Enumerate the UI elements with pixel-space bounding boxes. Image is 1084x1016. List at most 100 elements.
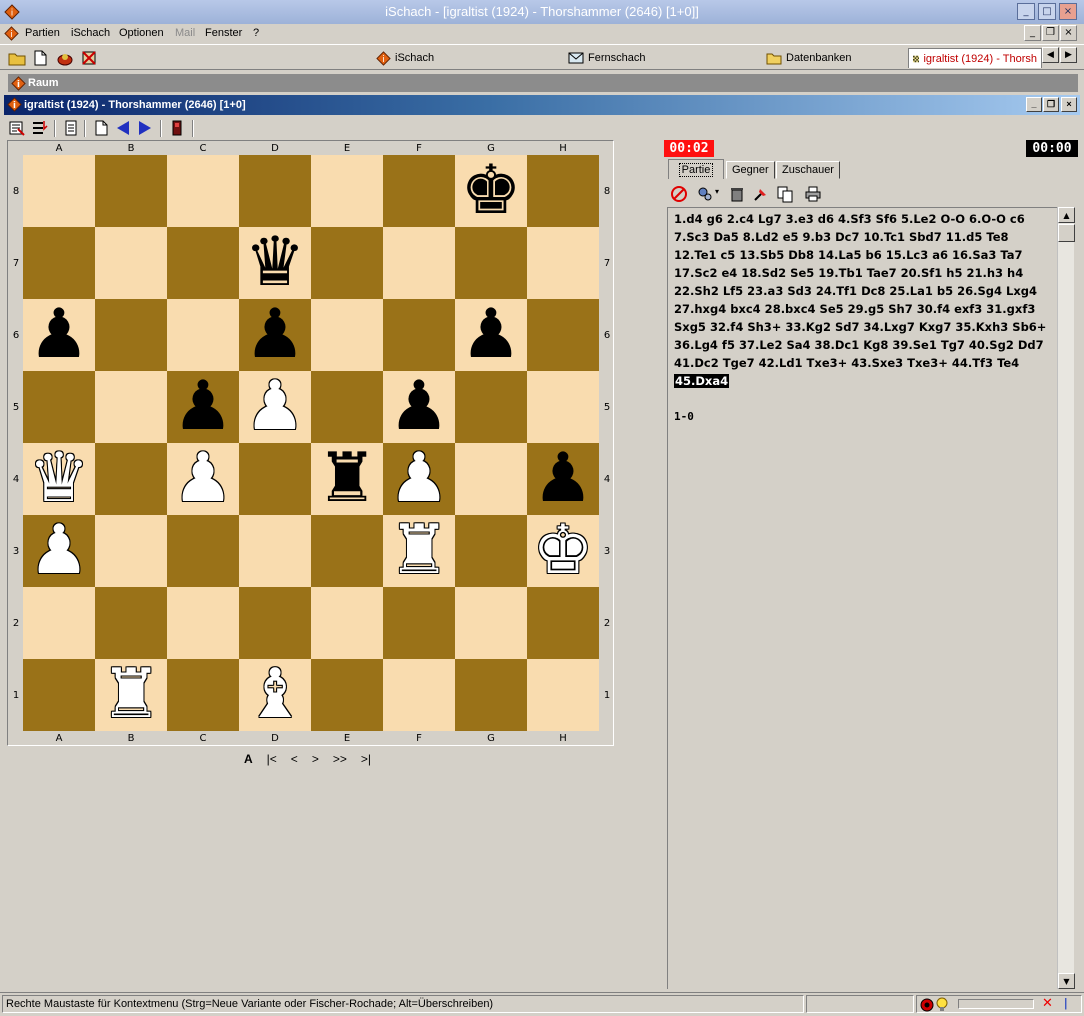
white-rook-piece[interactable]: ♜ bbox=[383, 515, 455, 587]
square-g8[interactable]: ♚ bbox=[455, 155, 527, 227]
square-c4[interactable]: ♟ bbox=[167, 443, 239, 515]
square-h2[interactable] bbox=[527, 587, 599, 659]
disconnect-icon[interactable] bbox=[80, 49, 98, 67]
square-h7[interactable] bbox=[527, 227, 599, 299]
engine-icon[interactable] bbox=[696, 185, 714, 203]
square-g5[interactable] bbox=[455, 371, 527, 443]
square-f8[interactable] bbox=[383, 155, 455, 227]
copy-icon[interactable] bbox=[776, 185, 794, 203]
square-d4[interactable] bbox=[239, 443, 311, 515]
tab-datenbanken[interactable]: Datenbanken bbox=[766, 48, 851, 68]
nav-fast-forward-button[interactable]: >> bbox=[333, 752, 347, 770]
white-king-piece[interactable]: ♚ bbox=[527, 515, 599, 587]
tab-gegner[interactable]: Gegner bbox=[726, 161, 775, 179]
chess-board[interactable]: ♚ ♛ ♟ ♟ ♟ ♟ ♟ ♟ ♛ ♟ ♜ ♟ ♟ ♟ ♜ ♚ ♜ ♝ bbox=[23, 155, 599, 731]
cancel-icon[interactable]: ✕ bbox=[1042, 996, 1053, 1011]
square-c7[interactable] bbox=[167, 227, 239, 299]
square-a4[interactable]: ♛ bbox=[23, 443, 95, 515]
square-f4[interactable]: ♟ bbox=[383, 443, 455, 515]
square-g4[interactable] bbox=[455, 443, 527, 515]
square-a3[interactable]: ♟ bbox=[23, 515, 95, 587]
square-d8[interactable] bbox=[239, 155, 311, 227]
menu-mail[interactable]: Mail bbox=[175, 27, 195, 39]
square-b5[interactable] bbox=[95, 371, 167, 443]
scroll-up-button[interactable]: ▲ bbox=[1058, 207, 1075, 223]
square-b1[interactable]: ♜ bbox=[95, 659, 167, 731]
stop-icon[interactable] bbox=[670, 185, 688, 203]
white-pawn-piece[interactable]: ♟ bbox=[167, 443, 239, 515]
square-f6[interactable] bbox=[383, 299, 455, 371]
square-g3[interactable] bbox=[455, 515, 527, 587]
game-minimize-button[interactable]: _ bbox=[1026, 97, 1042, 112]
square-b7[interactable] bbox=[95, 227, 167, 299]
tabs-scroll-left-button[interactable]: ◀ bbox=[1042, 47, 1059, 63]
move-forward-icon[interactable] bbox=[136, 119, 154, 137]
square-e6[interactable] bbox=[311, 299, 383, 371]
square-e5[interactable] bbox=[311, 371, 383, 443]
white-pawn-piece[interactable]: ♟ bbox=[23, 515, 95, 587]
flip-board-icon[interactable] bbox=[30, 119, 48, 137]
square-c5[interactable]: ♟ bbox=[167, 371, 239, 443]
square-a6[interactable]: ♟ bbox=[23, 299, 95, 371]
menu-optionen[interactable]: Optionen bbox=[119, 27, 164, 39]
square-g1[interactable] bbox=[455, 659, 527, 731]
mdi-restore-button[interactable]: ❐ bbox=[1042, 25, 1059, 41]
white-pawn-piece[interactable]: ♟ bbox=[383, 443, 455, 515]
square-b4[interactable] bbox=[95, 443, 167, 515]
square-h1[interactable] bbox=[527, 659, 599, 731]
trash-icon[interactable] bbox=[728, 185, 746, 203]
square-d5[interactable]: ♟ bbox=[239, 371, 311, 443]
open-folder-icon[interactable] bbox=[8, 49, 26, 67]
menu-ischach[interactable]: iSchach bbox=[71, 27, 110, 39]
white-queen-piece[interactable]: ♛ bbox=[23, 443, 95, 515]
square-c6[interactable] bbox=[167, 299, 239, 371]
white-pawn-piece[interactable]: ♟ bbox=[239, 371, 311, 443]
square-d3[interactable] bbox=[239, 515, 311, 587]
current-move[interactable]: 45.Dxa4 bbox=[674, 374, 730, 388]
black-pawn-piece[interactable]: ♟ bbox=[383, 371, 455, 443]
nav-next-button[interactable]: > bbox=[312, 752, 319, 770]
square-h3[interactable]: ♚ bbox=[527, 515, 599, 587]
square-f5[interactable]: ♟ bbox=[383, 371, 455, 443]
square-a7[interactable] bbox=[23, 227, 95, 299]
square-c8[interactable] bbox=[167, 155, 239, 227]
tab-zuschauer[interactable]: Zuschauer bbox=[776, 161, 840, 179]
square-h8[interactable] bbox=[527, 155, 599, 227]
square-d7[interactable]: ♛ bbox=[239, 227, 311, 299]
square-a5[interactable] bbox=[23, 371, 95, 443]
square-f3[interactable]: ♜ bbox=[383, 515, 455, 587]
close-button[interactable]: × bbox=[1059, 3, 1077, 20]
chevron-down-icon[interactable]: ▾ bbox=[715, 187, 719, 196]
square-e7[interactable] bbox=[311, 227, 383, 299]
black-pawn-piece[interactable]: ♟ bbox=[527, 443, 599, 515]
black-pawn-piece[interactable]: ♟ bbox=[23, 299, 95, 371]
square-d2[interactable] bbox=[239, 587, 311, 659]
new-document-icon[interactable] bbox=[92, 119, 110, 137]
tabs-scroll-right-button[interactable]: ▶ bbox=[1060, 47, 1077, 63]
minimize-button[interactable]: _ bbox=[1017, 3, 1035, 20]
tab-ischach[interactable]: i iSchach bbox=[376, 48, 434, 68]
pin-icon[interactable] bbox=[752, 185, 770, 203]
nav-prev-button[interactable]: < bbox=[291, 752, 298, 770]
tab-current-game[interactable]: igraltist (1924) - Thorsh bbox=[908, 48, 1042, 68]
square-b6[interactable] bbox=[95, 299, 167, 371]
square-f1[interactable] bbox=[383, 659, 455, 731]
square-b3[interactable] bbox=[95, 515, 167, 587]
black-queen-piece[interactable]: ♛ bbox=[239, 227, 311, 299]
menu-help[interactable]: ? bbox=[253, 27, 259, 39]
square-d1[interactable]: ♝ bbox=[239, 659, 311, 731]
square-d6[interactable]: ♟ bbox=[239, 299, 311, 371]
new-document-icon[interactable] bbox=[31, 49, 49, 67]
white-rook-piece[interactable]: ♜ bbox=[95, 659, 167, 731]
save-game-icon[interactable] bbox=[8, 119, 26, 137]
lightbulb-icon[interactable] bbox=[936, 997, 948, 1012]
scroll-thumb[interactable] bbox=[1058, 224, 1075, 242]
square-c3[interactable] bbox=[167, 515, 239, 587]
chess-clock-icon[interactable] bbox=[168, 119, 186, 137]
game-close-button[interactable]: × bbox=[1061, 97, 1077, 112]
square-a8[interactable] bbox=[23, 155, 95, 227]
white-bishop-piece[interactable]: ♝ bbox=[239, 659, 311, 731]
black-pawn-piece[interactable]: ♟ bbox=[167, 371, 239, 443]
square-e3[interactable] bbox=[311, 515, 383, 587]
square-f2[interactable] bbox=[383, 587, 455, 659]
